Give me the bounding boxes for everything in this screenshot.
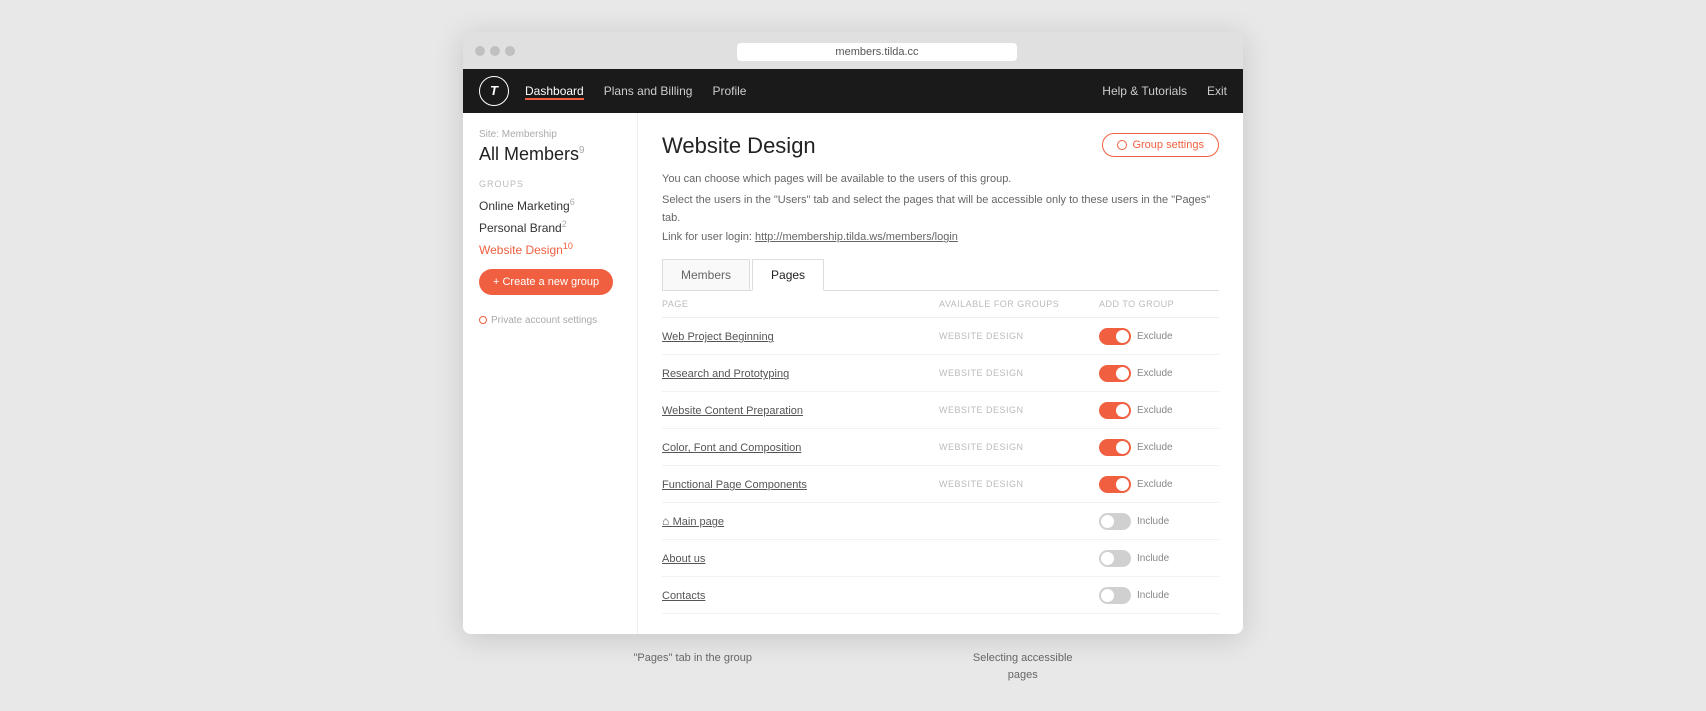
content-tabs: Members Pages bbox=[662, 259, 1219, 291]
page-link[interactable]: Research and Prototyping bbox=[662, 368, 789, 380]
site-label: Site: Membership bbox=[479, 129, 621, 140]
pages-table: PAGE AVAILABLE FOR GROUPS ADD TO GROUP W… bbox=[662, 291, 1219, 614]
table-row: Main page Include bbox=[662, 503, 1219, 540]
annotation-pages-tab: "Pages" tab in the group bbox=[633, 650, 752, 683]
available-groups-cell: WEBSITE DESIGN bbox=[939, 442, 1099, 452]
toggle-row: Exclude bbox=[1099, 439, 1219, 456]
available-groups-cell: WEBSITE DESIGN bbox=[939, 368, 1099, 378]
toggle-row: Include bbox=[1099, 550, 1219, 567]
create-group-button[interactable]: + Create a new group bbox=[479, 269, 613, 295]
sidebar: Site: Membership All Members9 GROUPS Onl… bbox=[463, 113, 638, 635]
url-bar bbox=[523, 42, 1231, 61]
settings-dot-icon bbox=[479, 316, 487, 324]
available-groups-cell: WEBSITE DESIGN bbox=[939, 405, 1099, 415]
page-link[interactable]: Functional Page Components bbox=[662, 479, 807, 491]
group-online-marketing[interactable]: Online Marketing6 bbox=[479, 197, 621, 213]
toggle-row: Exclude bbox=[1099, 402, 1219, 419]
toggle-switch[interactable] bbox=[1099, 365, 1131, 382]
available-groups-cell: WEBSITE DESIGN bbox=[939, 479, 1099, 489]
logo-letter: T bbox=[490, 83, 498, 98]
description-1: You can choose which pages will be avail… bbox=[662, 171, 1219, 189]
annotations: "Pages" tab in the group Selecting acces… bbox=[463, 634, 1243, 699]
toggle-label: Exclude bbox=[1137, 331, 1173, 342]
toggle-label: Include bbox=[1137, 553, 1169, 564]
col-page: PAGE bbox=[662, 299, 939, 309]
page-link[interactable]: Website Content Preparation bbox=[662, 405, 803, 417]
toggle-row: Exclude bbox=[1099, 328, 1219, 345]
toggle-row: Include bbox=[1099, 587, 1219, 604]
content-header: Website Design Group settings bbox=[662, 133, 1219, 159]
toggle-row: Exclude bbox=[1099, 476, 1219, 493]
nav-dashboard[interactable]: Dashboard bbox=[525, 82, 584, 100]
toggle-switch[interactable] bbox=[1099, 513, 1131, 530]
groups-label: GROUPS bbox=[479, 179, 621, 189]
page-link[interactable]: Web Project Beginning bbox=[662, 331, 774, 343]
table-row: Website Content Preparation WEBSITE DESI… bbox=[662, 392, 1219, 429]
description-2: Select the users in the "Users" tab and … bbox=[662, 192, 1219, 227]
nav-profile[interactable]: Profile bbox=[712, 82, 746, 100]
toggle-switch[interactable] bbox=[1099, 439, 1131, 456]
toggle-switch[interactable] bbox=[1099, 402, 1131, 419]
nav-right: Help & Tutorials Exit bbox=[1102, 84, 1227, 98]
group-settings-button[interactable]: Group settings bbox=[1102, 133, 1219, 157]
main-layout: Site: Membership All Members9 GROUPS Onl… bbox=[463, 113, 1243, 635]
main-content: Website Design Group settings You can ch… bbox=[638, 113, 1243, 635]
table-row: Functional Page Components WEBSITE DESIG… bbox=[662, 466, 1219, 503]
col-add: ADD TO GROUP bbox=[1099, 299, 1219, 309]
url-input[interactable] bbox=[737, 43, 1017, 61]
toggle-switch[interactable] bbox=[1099, 328, 1131, 345]
toggle-switch[interactable] bbox=[1099, 587, 1131, 604]
login-url[interactable]: http://membership.tilda.ws/members/login bbox=[755, 231, 958, 243]
nav-links: Dashboard Plans and Billing Profile bbox=[525, 82, 1102, 100]
toggle-switch[interactable] bbox=[1099, 550, 1131, 567]
table-row: Contacts Include bbox=[662, 577, 1219, 614]
available-groups-cell: WEBSITE DESIGN bbox=[939, 331, 1099, 341]
all-members-link[interactable]: All Members9 bbox=[479, 144, 621, 165]
toggle-switch[interactable] bbox=[1099, 476, 1131, 493]
page-link[interactable]: About us bbox=[662, 553, 705, 565]
tab-pages[interactable]: Pages bbox=[752, 259, 824, 291]
page-link[interactable]: Color, Font and Composition bbox=[662, 442, 801, 454]
col-available: AVAILABLE FOR GROUPS bbox=[939, 299, 1099, 309]
table-header: PAGE AVAILABLE FOR GROUPS ADD TO GROUP bbox=[662, 291, 1219, 318]
page-link[interactable]: Contacts bbox=[662, 590, 705, 602]
settings-circle-icon bbox=[1117, 140, 1127, 150]
toggle-label: Exclude bbox=[1137, 479, 1173, 490]
window-controls bbox=[475, 46, 515, 56]
toggle-label: Exclude bbox=[1137, 405, 1173, 416]
login-link-text: Link for user login: http://membership.t… bbox=[662, 231, 1219, 243]
toggle-label: Include bbox=[1137, 516, 1169, 527]
group-personal-brand[interactable]: Personal Brand2 bbox=[479, 219, 621, 235]
logo: T bbox=[479, 76, 509, 106]
toggle-label: Include bbox=[1137, 590, 1169, 601]
browser-chrome bbox=[463, 32, 1243, 69]
table-row: Research and Prototyping WEBSITE DESIGN … bbox=[662, 355, 1219, 392]
toggle-label: Exclude bbox=[1137, 368, 1173, 379]
nav-exit[interactable]: Exit bbox=[1207, 84, 1227, 98]
page-link[interactable]: Main page bbox=[662, 516, 724, 528]
table-row: Color, Font and Composition WEBSITE DESI… bbox=[662, 429, 1219, 466]
tab-members[interactable]: Members bbox=[662, 259, 750, 290]
table-row: Web Project Beginning WEBSITE DESIGN Exc… bbox=[662, 318, 1219, 355]
group-website-design[interactable]: Website Design10 bbox=[479, 241, 621, 257]
close-dot bbox=[475, 46, 485, 56]
browser-window: T Dashboard Plans and Billing Profile He… bbox=[463, 12, 1243, 700]
private-settings-link[interactable]: Private account settings bbox=[479, 315, 621, 326]
maximize-dot bbox=[505, 46, 515, 56]
toggle-row: Exclude bbox=[1099, 365, 1219, 382]
minimize-dot bbox=[490, 46, 500, 56]
table-row: About us Include bbox=[662, 540, 1219, 577]
toggle-row: Include bbox=[1099, 513, 1219, 530]
page-title: Website Design bbox=[662, 133, 816, 159]
top-navigation: T Dashboard Plans and Billing Profile He… bbox=[463, 69, 1243, 113]
annotation-selecting-pages: Selecting accessible pages bbox=[973, 650, 1073, 683]
toggle-label: Exclude bbox=[1137, 442, 1173, 453]
nav-plans[interactable]: Plans and Billing bbox=[604, 82, 693, 100]
nav-help[interactable]: Help & Tutorials bbox=[1102, 84, 1187, 98]
